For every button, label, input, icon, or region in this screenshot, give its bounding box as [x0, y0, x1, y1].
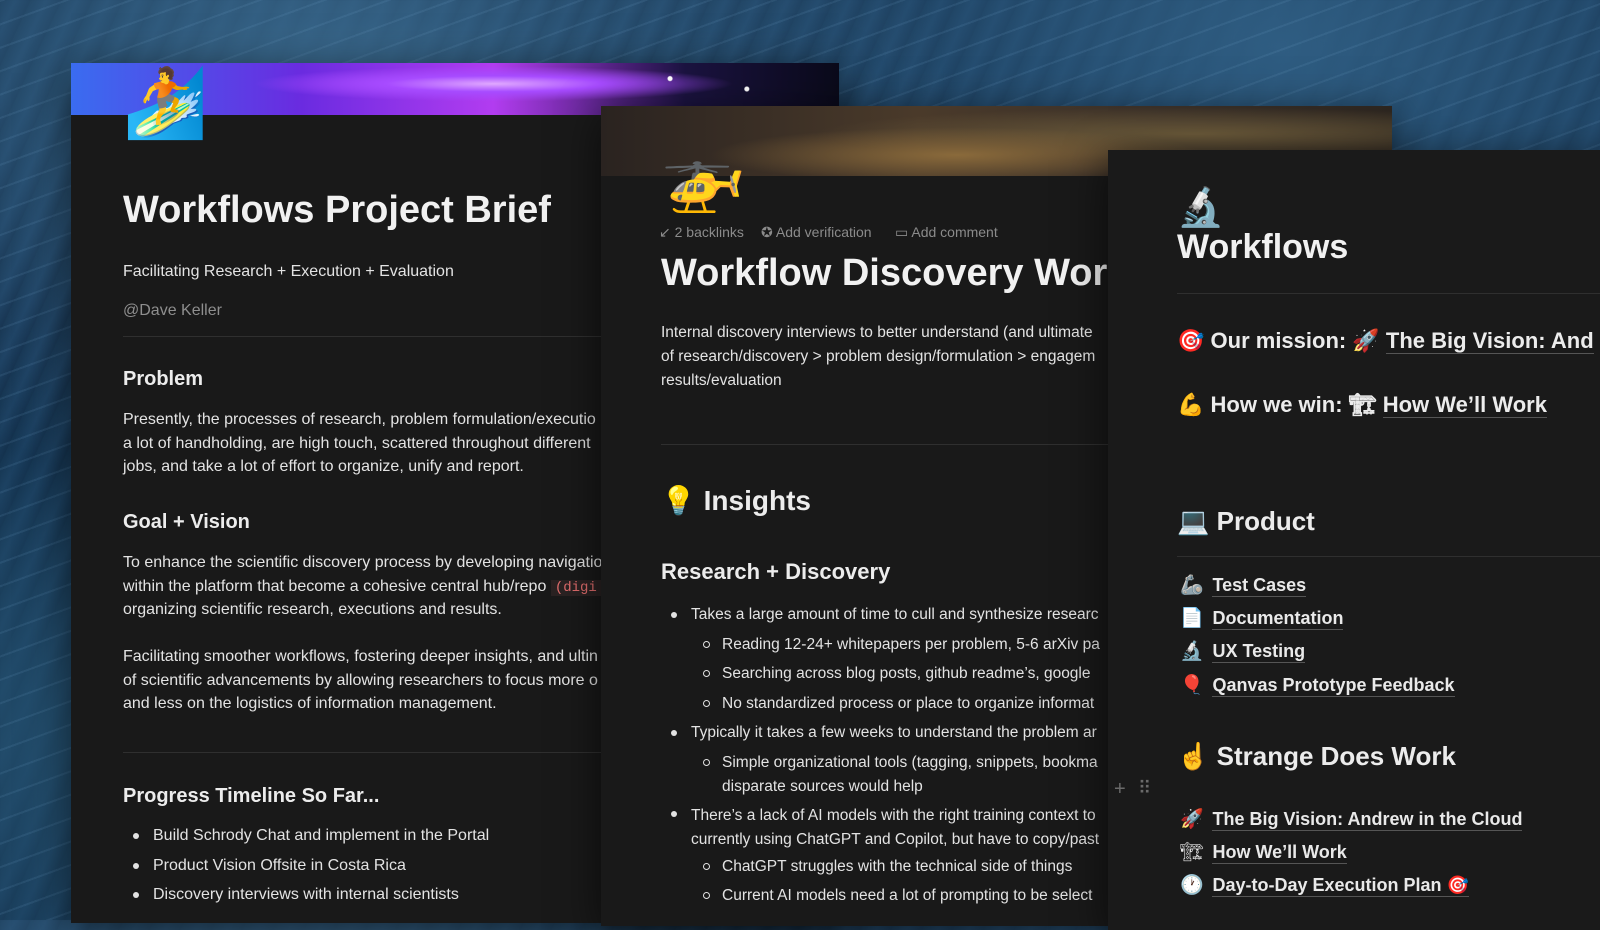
divider [1177, 556, 1600, 557]
goal2-text-line: of scientific advancements by allowing r… [123, 672, 598, 689]
goal-text-span: within the platform that become a cohesi… [123, 578, 547, 595]
goal-text-line: To enhance the scientific discovery proc… [123, 554, 603, 571]
win-line: 💪 How we win: 🏗 How We’ll Work [1177, 392, 1547, 418]
strange-heading: ☝ Strange Does Work [1177, 741, 1456, 772]
product-item-test-cases[interactable]: 🦾 Test Cases [1180, 573, 1307, 597]
insights-heading-label: Insights [703, 485, 811, 516]
list-item: Current AI models need a lot of promptin… [661, 881, 1100, 911]
page-link-label: Qanvas Prototype Feedback [1212, 675, 1455, 697]
rocket-icon: 🚀 [1180, 809, 1204, 830]
list-item: Takes a large amount of time to cull and… [661, 600, 1100, 630]
page-title[interactable]: Workflows Project Brief [123, 189, 551, 232]
progress-heading: Progress Timeline So Far... [123, 785, 380, 807]
backlinks-label: 2 backlinks [674, 224, 744, 240]
pointing-up-icon: ☝ [1177, 741, 1210, 771]
list-item: There’s a lack of AI models with the rig… [661, 799, 1100, 828]
drag-handle-icon[interactable]: ⠿ [1138, 778, 1151, 799]
backlinks-button[interactable]: ↙ 2 backlinks [659, 224, 744, 241]
inline-code: (digi [550, 580, 601, 596]
add-block-button[interactable]: + [1114, 778, 1126, 801]
divider [1177, 293, 1600, 294]
goal2-text-line: Facilitating smoother workflows, fosteri… [123, 648, 598, 665]
problem-text-line: a lot of handholding, are high touch, sc… [123, 435, 591, 452]
clock-icon: 🕐 [1180, 875, 1204, 896]
mission-label: Our mission: [1210, 328, 1347, 353]
page-link-label: Test Cases [1212, 575, 1307, 597]
goal-heading: Goal + Vision [123, 511, 250, 533]
list-item: ChatGPT struggles with the technical sid… [661, 852, 1100, 882]
add-verification-button[interactable]: ✪ Add verification [761, 224, 872, 241]
intro-text-line: of research/discovery > problem design/f… [661, 348, 1096, 365]
page-title[interactable]: Workflow Discovery Wor [661, 252, 1107, 295]
product-heading-label: Product [1216, 506, 1315, 536]
page-link-label: Day-to-Day Execution Plan 🎯 [1212, 875, 1469, 897]
goal2-text-line: and less on the logistics of information… [123, 695, 497, 712]
workflows-window: 🔬 Workflows 🎯 Our mission: 🚀 The Big Vis… [1108, 150, 1600, 930]
add-verification-label: Add verification [775, 224, 872, 240]
list-item: Searching across blog posts, github read… [661, 659, 1100, 689]
page-link-label: The Big Vision: Andrew in the Cloud [1212, 809, 1523, 831]
page-link-label: UX Testing [1212, 641, 1306, 663]
add-comment-label: Add comment [911, 224, 998, 240]
problem-text-line: Presently, the processes of research, pr… [123, 411, 596, 428]
product-item-ux-testing[interactable]: 🔬 UX Testing [1180, 639, 1306, 663]
list-item: Reading 12-24+ whitepapers per problem, … [661, 630, 1100, 660]
research-heading: Research + Discovery [661, 559, 891, 584]
laptop-icon: 💻 [1177, 506, 1210, 536]
lightbulb-icon: 💡 [661, 485, 696, 516]
problem-heading: Problem [123, 368, 204, 390]
target-icon: 🎯 [1177, 328, 1205, 353]
flexed-bicep-icon: 💪 [1177, 392, 1205, 417]
list-item: Build Schrody Chat and implement in the … [123, 821, 489, 851]
intro-text-line: results/evaluation [661, 372, 782, 389]
rocket-icon: 🚀 [1352, 328, 1380, 353]
how-well-work-link[interactable]: How We’ll Work [1382, 392, 1547, 418]
microscope-page-icon[interactable]: 🔬 [1177, 186, 1224, 230]
intro-text-line: Internal discovery interviews to better … [661, 324, 1093, 341]
goal-text-line: within the platform that become a cohesi… [123, 575, 601, 601]
insights-heading: 💡 Insights [661, 484, 811, 517]
win-label: How we win: [1210, 392, 1343, 417]
list-item-continuation: disparate sources would help [722, 777, 923, 795]
list-item: No standardized process or place to orga… [661, 689, 1100, 719]
insights-list: Takes a large amount of time to cull and… [661, 600, 1100, 911]
page-link-label: Documentation [1212, 608, 1344, 630]
mission-line: 🎯 Our mission: 🚀 The Big Vision: And [1177, 328, 1594, 354]
page-link-label: How We’ll Work [1212, 842, 1347, 864]
document-icon: 📄 [1180, 608, 1204, 629]
helicopter-page-icon[interactable]: 🚁 [661, 142, 746, 210]
product-heading: 💻 Product [1177, 506, 1315, 537]
list-item: Product Vision Offsite in Costa Rica [123, 851, 489, 881]
comment-icon: ▭ [895, 224, 909, 240]
product-item-qanvas-feedback[interactable]: 🎈 Qanvas Prototype Feedback [1180, 673, 1455, 697]
progress-list: Build Schrody Chat and implement in the … [123, 821, 489, 910]
strange-item-execution-plan[interactable]: 🕐 Day-to-Day Execution Plan 🎯 [1180, 873, 1469, 897]
user-mention[interactable]: @Dave Keller [123, 299, 222, 323]
list-item-continuation: currently using ChatGPT and Copilot, but… [691, 830, 1100, 848]
list-item: Discovery interviews with internal scien… [123, 880, 489, 910]
balloon-icon: 🎈 [1180, 675, 1204, 696]
product-item-documentation[interactable]: 📄 Documentation [1180, 606, 1344, 630]
surfer-page-icon[interactable]: 🏄 [123, 69, 208, 137]
add-comment-button[interactable]: ▭ Add comment [895, 224, 998, 241]
crane-icon: 🏗 [1180, 842, 1205, 863]
verified-badge-icon: ✪ [761, 224, 773, 240]
mechanical-arm-icon: 🦾 [1180, 575, 1204, 596]
page-subtitle: Facilitating Research + Execution + Eval… [123, 263, 454, 280]
backlink-arrow-icon: ↙ [659, 224, 671, 240]
microscope-icon: 🔬 [1180, 641, 1204, 662]
strange-item-big-vision[interactable]: 🚀 The Big Vision: Andrew in the Cloud [1180, 807, 1523, 831]
list-item: Simple organizational tools (tagging, sn… [661, 748, 1100, 775]
list-item: Typically it takes a few weeks to unders… [661, 718, 1100, 748]
big-vision-link[interactable]: The Big Vision: And [1385, 328, 1594, 354]
crane-icon: 🏗 [1348, 392, 1377, 417]
goal-text-line: organizing scientific research, executio… [123, 601, 502, 618]
strange-heading-label: Strange Does Work [1216, 741, 1456, 771]
problem-text-line: jobs, and take a lot of effort to organi… [123, 458, 524, 475]
page-title[interactable]: Workflows [1177, 228, 1348, 267]
strange-item-how-well-work[interactable]: 🏗 How We’ll Work [1180, 840, 1347, 864]
